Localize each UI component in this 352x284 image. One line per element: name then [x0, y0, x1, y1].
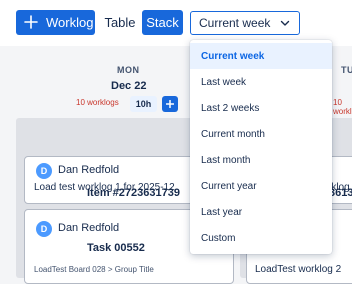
period-option-current-year[interactable]: Current year — [190, 173, 332, 199]
hours-badge: 10h — [130, 96, 157, 112]
add-worklog-button[interactable]: Worklog — [16, 10, 95, 35]
worklog-count: 10 worklogs — [76, 98, 119, 107]
period-select-value: Current week — [199, 16, 271, 30]
period-option-last-month[interactable]: Last month — [190, 147, 332, 173]
plus-icon — [24, 15, 38, 29]
period-dropdown: Current week Last week Last 2 weeks Curr… — [190, 40, 332, 254]
period-option-custom[interactable]: Custom — [190, 225, 332, 251]
period-option-last-2-weeks[interactable]: Last 2 weeks — [190, 95, 332, 121]
card-description: Load test worklog 1 for 2025-12 — [34, 182, 175, 193]
avatar: D — [36, 221, 52, 237]
view-stack-button[interactable]: Stack — [142, 10, 183, 35]
view-table-button[interactable]: Table — [101, 10, 139, 35]
period-select[interactable]: Current week — [190, 11, 300, 35]
add-worklog-label: Worklog — [46, 15, 94, 30]
add-day-worklog-button[interactable] — [162, 96, 178, 112]
chevron-down-icon — [280, 20, 290, 26]
worklog-count: 10 worklogs — [333, 98, 352, 116]
period-option-last-week[interactable]: Last week — [190, 69, 332, 95]
period-option-current-month[interactable]: Current month — [190, 121, 332, 147]
card-description: LoadTest worklog 2 — [255, 264, 342, 275]
plus-icon — [166, 100, 174, 108]
day-weekday: MON — [117, 65, 140, 75]
day-weekday: TU — [341, 65, 352, 75]
period-option-last-year[interactable]: Last year — [190, 199, 332, 225]
period-option-current-week[interactable]: Current week — [190, 43, 332, 69]
day-date: Dec 22 — [111, 80, 147, 92]
card-title: Task 00552 — [87, 242, 145, 254]
card-meta: LoadTest Board 028 > Group Title — [34, 265, 154, 274]
card-user: Dan Redfold — [58, 222, 120, 234]
